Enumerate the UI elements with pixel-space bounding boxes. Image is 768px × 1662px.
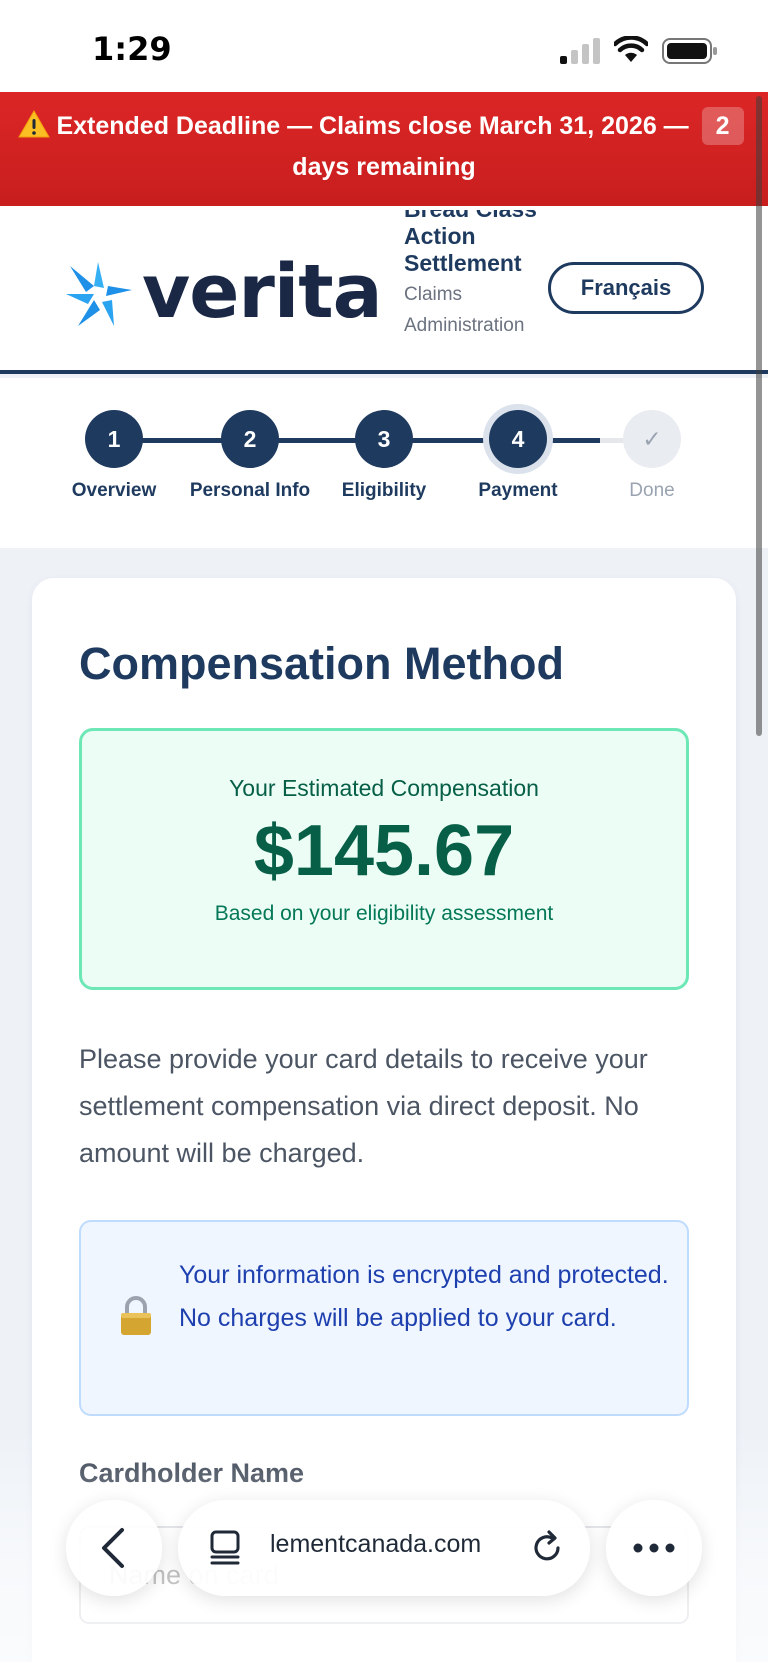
step-eligibility: 3 Eligibility bbox=[314, 410, 454, 502]
address-bar[interactable]: lementcanada.com bbox=[178, 1500, 590, 1596]
lock-icon bbox=[121, 1296, 151, 1335]
step-number: 2 bbox=[221, 410, 279, 468]
progress-stepper: 1 Overview 2 Personal Info 3 Eligibility… bbox=[0, 378, 768, 548]
banner-deadline-date: March 31, 2026 bbox=[478, 112, 657, 140]
org-subtitle: Claims Administration bbox=[404, 284, 525, 336]
days-remaining-badge: 2 bbox=[701, 107, 744, 145]
step-overview: 1 Overview bbox=[44, 410, 184, 502]
step-label: Eligibility bbox=[341, 480, 427, 501]
step-personal-info: 2 Personal Info bbox=[180, 410, 320, 502]
org-title: Bread Class Action Settlement bbox=[404, 210, 537, 276]
cellular-signal-icon bbox=[560, 38, 600, 64]
step-done: ✓ Done bbox=[582, 410, 722, 502]
deadline-banner: Extended Deadline — Claims close March 3… bbox=[0, 92, 768, 206]
logo-text: verita bbox=[142, 249, 383, 335]
status-bar: 1:29 bbox=[0, 0, 768, 92]
step-label: Overview bbox=[71, 480, 157, 501]
reload-icon[interactable] bbox=[530, 1530, 564, 1564]
banner-dash: — bbox=[656, 112, 696, 140]
language-toggle-button[interactable]: Français bbox=[548, 262, 704, 314]
step-label: Personal Info bbox=[189, 480, 311, 501]
step-payment: 4 Payment bbox=[448, 410, 588, 502]
compensation-amount: $145.67 bbox=[253, 811, 515, 891]
chevron-left-icon bbox=[102, 1528, 124, 1568]
url-text: lementcanada.com bbox=[270, 1530, 482, 1558]
status-time: 1:29 bbox=[92, 30, 172, 68]
verita-logo-mark-icon bbox=[66, 262, 132, 326]
banner-suffix: days remaining bbox=[292, 153, 476, 181]
warning-icon bbox=[18, 110, 51, 138]
organization-name: Bread Class Action Settlement Claims Adm… bbox=[404, 210, 544, 350]
step-number: 4 bbox=[489, 410, 547, 468]
checkmark-icon: ✓ bbox=[623, 410, 681, 468]
banner-prefix: Extended Deadline — Claims close bbox=[56, 112, 479, 140]
wifi-icon bbox=[614, 36, 648, 62]
site-header: verita Bread Class Action Settlement Cla… bbox=[0, 206, 768, 374]
payment-description: Please provide your card details to rece… bbox=[79, 1044, 648, 1168]
step-number: 1 bbox=[85, 410, 143, 468]
back-button[interactable] bbox=[66, 1500, 162, 1596]
step-label: Done bbox=[629, 480, 675, 501]
verita-logo[interactable]: verita bbox=[64, 250, 384, 334]
security-notice: Your information is encrypted and protec… bbox=[79, 1220, 689, 1416]
tabs-icon bbox=[210, 1530, 240, 1565]
compensation-note: Based on your eligibility assessment bbox=[214, 902, 554, 925]
more-options-button[interactable] bbox=[606, 1500, 702, 1596]
step-label: Payment bbox=[478, 480, 558, 501]
page-title: Compensation Method bbox=[79, 638, 564, 689]
compensation-summary: Your Estimated Compensation $145.67 Base… bbox=[79, 728, 689, 990]
cardholder-name-label: Cardholder Name bbox=[79, 1458, 305, 1488]
battery-icon bbox=[662, 38, 717, 64]
step-number: 3 bbox=[355, 410, 413, 468]
security-notice-text: Your information is encrypted and protec… bbox=[179, 1261, 669, 1332]
scrollbar[interactable] bbox=[756, 96, 762, 736]
ellipsis-icon bbox=[633, 1543, 675, 1553]
compensation-label: Your Estimated Compensation bbox=[229, 775, 539, 801]
